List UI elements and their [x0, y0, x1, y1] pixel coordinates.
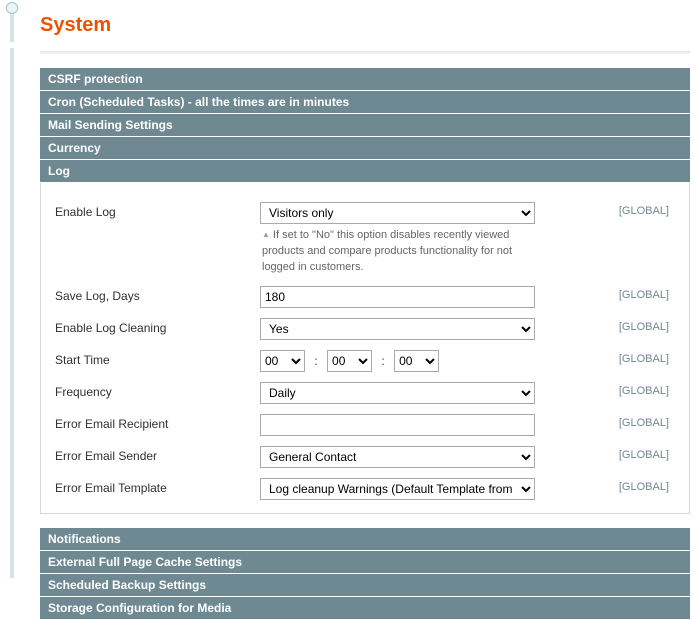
scope-label: [GLOBAL]	[540, 446, 675, 461]
title-divider	[40, 51, 690, 54]
section-storage[interactable]: Storage Configuration for Media	[40, 597, 690, 620]
scope-label: [GLOBAL]	[540, 202, 675, 217]
rail-handle-icon	[6, 2, 18, 14]
error-email-template-label: Error Email Template	[55, 478, 260, 495]
scope-label: [GLOBAL]	[540, 414, 675, 429]
sidebar-rail	[0, 0, 24, 597]
page-title: System	[40, 14, 690, 37]
hint-triangle-icon: ▲	[262, 229, 270, 241]
section-cron[interactable]: Cron (Scheduled Tasks) - all the times a…	[40, 91, 690, 114]
section-notifications[interactable]: Notifications	[40, 528, 690, 551]
error-email-template-select[interactable]: Log cleanup Warnings (Default Template f…	[260, 478, 535, 500]
scope-label: [GLOBAL]	[540, 318, 675, 333]
start-time-mm-select[interactable]: 00	[327, 350, 372, 372]
error-email-recipient-label: Error Email Recipient	[55, 414, 260, 431]
enable-log-label: Enable Log	[55, 202, 260, 219]
time-separator: :	[308, 354, 323, 368]
section-currency[interactable]: Currency	[40, 137, 690, 160]
section-mail[interactable]: Mail Sending Settings	[40, 114, 690, 137]
start-time-label: Start Time	[55, 350, 260, 367]
save-log-days-label: Save Log, Days	[55, 286, 260, 303]
error-email-sender-select[interactable]: General Contact	[260, 446, 535, 468]
save-log-days-input[interactable]	[260, 286, 535, 308]
section-log[interactable]: Log	[40, 160, 690, 183]
section-fpc[interactable]: External Full Page Cache Settings	[40, 551, 690, 574]
section-csrf[interactable]: CSRF protection	[40, 68, 690, 91]
start-time-ss-select[interactable]: 00	[394, 350, 439, 372]
scope-label: [GLOBAL]	[540, 382, 675, 397]
enable-log-cleaning-label: Enable Log Cleaning	[55, 318, 260, 335]
enable-log-cleaning-select[interactable]: Yes	[260, 318, 535, 340]
scope-label: [GLOBAL]	[540, 478, 675, 493]
scope-label: [GLOBAL]	[540, 286, 675, 301]
enable-log-hint: ▲If set to "No" this option disables rec…	[260, 224, 540, 276]
section-log-body: Enable Log Visitors only ▲If set to "No"…	[40, 183, 690, 514]
error-email-sender-label: Error Email Sender	[55, 446, 260, 463]
frequency-label: Frequency	[55, 382, 260, 399]
frequency-select[interactable]: Daily	[260, 382, 535, 404]
enable-log-select[interactable]: Visitors only	[260, 202, 535, 224]
section-backup[interactable]: Scheduled Backup Settings	[40, 574, 690, 597]
time-separator: :	[375, 354, 390, 368]
error-email-recipient-input[interactable]	[260, 414, 535, 436]
start-time-hh-select[interactable]: 00	[260, 350, 305, 372]
scope-label: [GLOBAL]	[540, 350, 675, 365]
